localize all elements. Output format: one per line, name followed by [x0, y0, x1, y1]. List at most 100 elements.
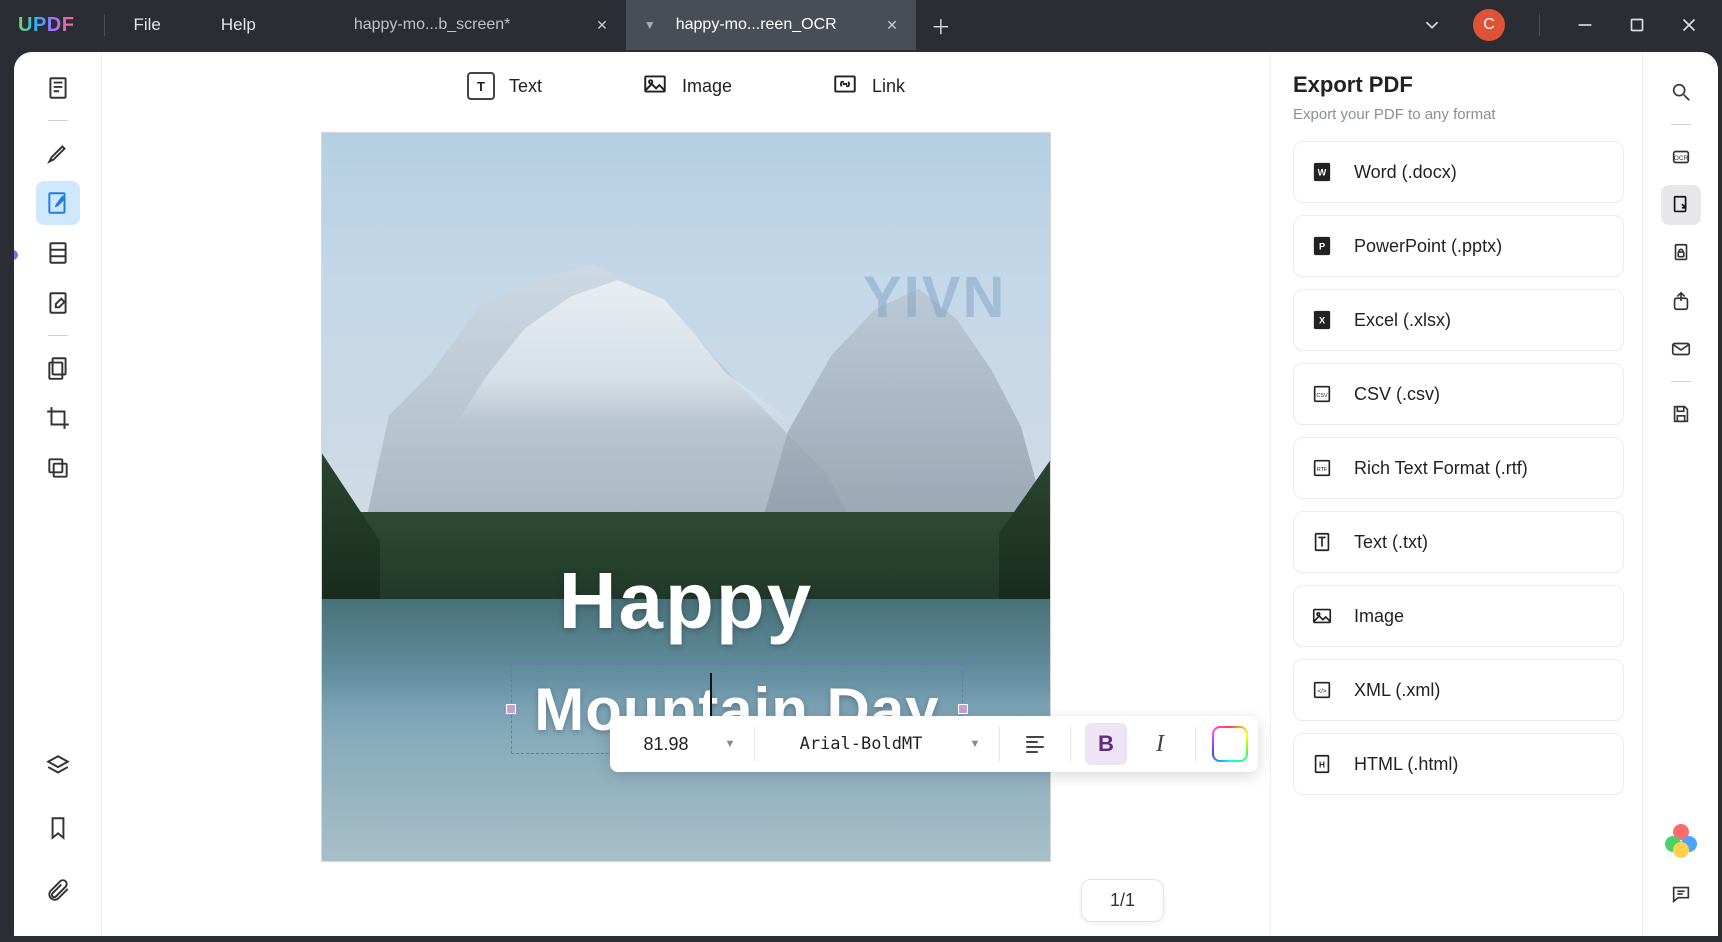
share-button[interactable] [1661, 281, 1701, 321]
export-icon [1670, 194, 1692, 216]
mode-label: Link [872, 76, 905, 97]
menu-help[interactable]: Help [211, 9, 266, 41]
email-button[interactable] [1661, 329, 1701, 369]
mode-label: Image [682, 76, 732, 97]
lock-page-icon [1670, 242, 1692, 264]
crop-tool[interactable] [36, 396, 80, 440]
export-option-label: CSV (.csv) [1354, 384, 1440, 405]
separator [1671, 124, 1691, 125]
chevron-down-icon[interactable]: ▼ [644, 18, 656, 32]
search-button[interactable] [1661, 72, 1701, 112]
svg-text:X: X [1319, 316, 1326, 326]
minimize-icon [1574, 14, 1596, 36]
font-size-input[interactable] [620, 725, 712, 763]
export-option[interactable]: </> XML (.xml) [1293, 659, 1624, 721]
flower-icon [1665, 824, 1697, 856]
window-minimize[interactable] [1560, 0, 1610, 50]
edit-tool[interactable] [36, 181, 80, 225]
font-color-button[interactable] [1212, 726, 1248, 762]
form-tool[interactable] [36, 281, 80, 325]
menu-file[interactable]: File [123, 9, 170, 41]
annotate-tool[interactable] [36, 131, 80, 175]
document-tab-active[interactable]: ▼ happy-mo...reen_OCR ✕ [626, 0, 916, 50]
file-type-icon [1310, 603, 1334, 629]
link-mode-icon [832, 71, 858, 102]
export-option[interactable]: CSV CSV (.csv) [1293, 363, 1624, 425]
resize-handle-left[interactable] [506, 704, 516, 714]
export-option[interactable]: Text (.txt) [1293, 511, 1624, 573]
window-maximize[interactable] [1612, 0, 1662, 50]
export-option[interactable]: H HTML (.html) [1293, 733, 1624, 795]
export-option[interactable]: PPowerPoint (.pptx) [1293, 215, 1624, 277]
right-tool-rail: OCR [1642, 52, 1718, 936]
left-tool-rail [14, 52, 102, 936]
resize-handle-right[interactable] [958, 704, 968, 714]
export-option-label: HTML (.html) [1354, 754, 1458, 775]
mode-label: Text [509, 76, 542, 97]
svg-text:CSV: CSV [1316, 393, 1328, 399]
copy-pages-icon [45, 355, 71, 381]
attachment-button[interactable] [36, 868, 80, 912]
page-canvas[interactable]: YIVN Happy Mountain Day [102, 120, 1270, 936]
organize-tool[interactable] [36, 231, 80, 275]
separator [104, 14, 105, 36]
ocr-button[interactable]: OCR [1661, 137, 1701, 177]
user-avatar[interactable]: C [1473, 9, 1505, 41]
mail-icon [1670, 338, 1692, 360]
protect-button[interactable] [1661, 233, 1701, 273]
image-mode-icon [642, 71, 668, 102]
editor-area: T Text Image Link [102, 52, 1270, 936]
mode-image[interactable]: Image [642, 71, 732, 102]
export-option[interactable]: WWord (.docx) [1293, 141, 1624, 203]
dropdown-button[interactable] [1407, 0, 1457, 50]
compare-tool[interactable] [36, 446, 80, 490]
bookmark-button[interactable] [36, 806, 80, 850]
overlap-pages-icon [45, 455, 71, 481]
file-type-icon: W [1310, 159, 1334, 185]
indicator-dot [14, 250, 18, 260]
export-option[interactable]: Image [1293, 585, 1624, 647]
add-tab-button[interactable]: ＋ [916, 0, 966, 50]
bold-button[interactable]: B [1085, 723, 1127, 765]
tab-label: happy-mo...reen_OCR [676, 16, 837, 34]
export-button[interactable] [1661, 185, 1701, 225]
font-size-dropdown[interactable]: ▼ [716, 725, 744, 763]
font-family-dropdown[interactable]: ▼ [961, 725, 989, 763]
align-left-icon [1026, 736, 1044, 753]
search-icon [1670, 81, 1692, 103]
document-tab-inactive[interactable]: happy-mo...b_screen* ✕ [336, 0, 626, 50]
ai-assistant-button[interactable] [1665, 824, 1697, 856]
italic-button[interactable]: I [1139, 723, 1181, 765]
pages-icon [45, 240, 71, 266]
page-counter[interactable]: 1/1 [1081, 879, 1164, 922]
export-title: Export PDF [1293, 72, 1624, 98]
file-type-icon [1310, 529, 1334, 555]
window-close[interactable] [1664, 0, 1714, 50]
close-icon[interactable]: ✕ [886, 17, 898, 34]
export-option-label: XML (.xml) [1354, 680, 1440, 701]
maximize-icon [1626, 14, 1648, 36]
highlighter-icon [45, 140, 71, 166]
save-button[interactable] [1661, 394, 1701, 434]
document-tabs: happy-mo...b_screen* ✕ ▼ happy-mo...reen… [336, 0, 966, 50]
export-option-label: PowerPoint (.pptx) [1354, 236, 1502, 257]
file-type-icon: </> [1310, 677, 1334, 703]
close-icon[interactable]: ✕ [596, 17, 608, 34]
crop-icon [45, 405, 71, 431]
app-logo[interactable]: UPDF [18, 14, 74, 37]
separator [754, 727, 755, 761]
export-option[interactable]: XExcel (.xlsx) [1293, 289, 1624, 351]
page-text-line1[interactable]: Happy [559, 555, 814, 647]
mode-text[interactable]: T Text [467, 72, 542, 100]
export-option[interactable]: RTFRich Text Format (.rtf) [1293, 437, 1624, 499]
reader-tool[interactable] [36, 66, 80, 110]
font-family-input[interactable] [765, 725, 957, 763]
file-type-icon: H [1310, 751, 1334, 777]
align-button[interactable] [1014, 723, 1056, 765]
mode-link[interactable]: Link [832, 71, 905, 102]
comments-button[interactable] [1661, 874, 1701, 914]
copy-pages-tool[interactable] [36, 346, 80, 390]
layers-button[interactable] [36, 744, 80, 788]
page-icon [45, 75, 71, 101]
chevron-down-icon [1421, 14, 1443, 36]
